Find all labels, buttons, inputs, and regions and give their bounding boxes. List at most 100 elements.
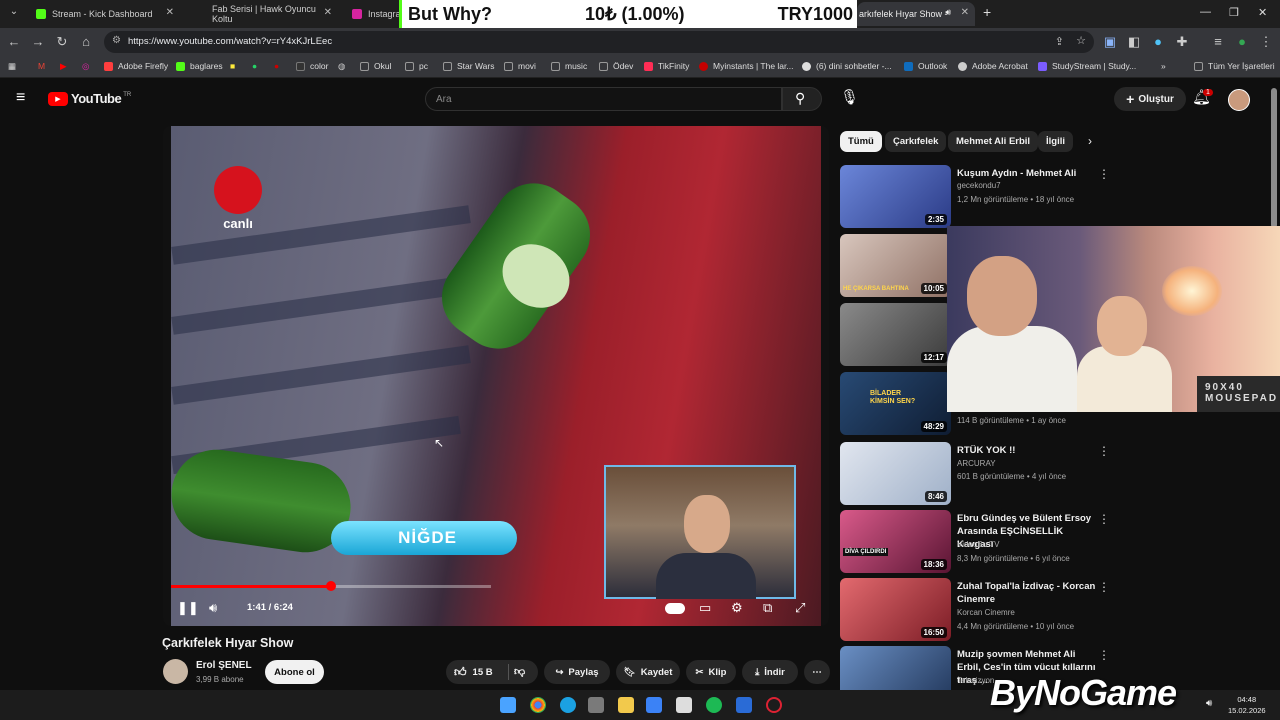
app-icon[interactable] xyxy=(646,697,662,713)
bookmark-folder-music[interactable]: music xyxy=(551,61,587,71)
recommended-video[interactable]: 8:46 RTÜK YOK !! ARCURAY 601 B görüntüle… xyxy=(840,442,1110,506)
bookmark-baglares[interactable]: baglares xyxy=(176,61,223,71)
save-button[interactable]: 🔖︎ Kaydet xyxy=(616,660,680,684)
close-tab-icon[interactable]: ✕ xyxy=(324,7,332,18)
spotify-icon[interactable] xyxy=(706,697,722,713)
video-thumbnail[interactable]: 12:17 xyxy=(840,303,951,366)
fullscreen-icon[interactable]: ⤢ xyxy=(795,600,805,616)
bookmark-color[interactable]: color xyxy=(296,61,328,71)
bookmark-tikfinity[interactable]: TikFinity xyxy=(644,61,689,71)
bookmark-star-icon[interactable]: ☆ xyxy=(1076,34,1086,47)
share-button[interactable]: ↪ Paylaş xyxy=(544,660,610,684)
minimize-icon[interactable]: — xyxy=(1200,6,1211,18)
volume-tray-icon[interactable]: 🔊︎ xyxy=(1206,698,1212,709)
install-icon[interactable]: ⇪ xyxy=(1055,35,1064,48)
edge-icon[interactable] xyxy=(560,697,576,713)
chip-all[interactable]: Tümü xyxy=(840,131,882,152)
tab-audio-icon[interactable]: 🔊︎ xyxy=(945,7,951,18)
channel-name[interactable]: ARCURAY xyxy=(957,459,996,468)
bookmark-studystream[interactable]: StudyStream | Study... xyxy=(1038,61,1136,71)
extensions-puzzle-icon[interactable]: ✚ xyxy=(1174,34,1190,50)
tab-fab-serisi[interactable]: Fab Serisi | Hawk Oyuncu Koltu ✕ xyxy=(186,2,338,26)
store-icon[interactable] xyxy=(588,697,604,713)
video-thumbnail[interactable]: 16:50 xyxy=(840,578,951,641)
channel-name[interactable]: Televizyon xyxy=(957,676,994,685)
subtitles-icon[interactable]: ▭ xyxy=(699,600,711,616)
channel-name[interactable]: VideoBu TV xyxy=(957,540,999,549)
like-button[interactable]: 👍︎ 15 B 👎︎ xyxy=(446,660,538,684)
app-icon[interactable] xyxy=(676,697,692,713)
seek-bar-handle[interactable] xyxy=(326,581,336,591)
bookmark-myinstants[interactable]: Myinstants | The lar... xyxy=(699,61,793,71)
restore-icon[interactable]: ❐ xyxy=(1229,6,1239,19)
channel-name[interactable]: Korcan Cinemre xyxy=(957,608,1015,617)
more-actions-button[interactable]: ⋯ xyxy=(804,660,830,684)
back-icon[interactable]: ← xyxy=(6,34,22,49)
more-vertical-icon[interactable]: ⋮ xyxy=(1098,512,1110,526)
pinterest-icon[interactable]: ● xyxy=(274,61,279,71)
recommended-video[interactable]: 16:50 Zuhal Topal'la İzdivaç - Korcan Ci… xyxy=(840,578,1110,642)
site-info-icon[interactable]: ⚙ xyxy=(112,35,121,46)
file-explorer-icon[interactable] xyxy=(618,697,634,713)
subscribe-button[interactable]: Abone ol xyxy=(265,660,324,684)
pause-icon[interactable]: ❚❚ xyxy=(177,600,199,616)
channel-avatar[interactable] xyxy=(163,659,188,684)
bookmark-folder-okul[interactable]: Okul xyxy=(360,61,391,71)
address-bar[interactable]: ⚙ https://www.youtube.com/watch?v=rY4xKJ… xyxy=(104,31,1094,53)
whatsapp-icon[interactable]: ● xyxy=(252,61,257,71)
channel-name[interactable]: Erol ŞENEL xyxy=(196,660,252,671)
close-window-icon[interactable]: ✕ xyxy=(1258,6,1267,19)
settings-gear-icon[interactable]: ⚙ xyxy=(731,600,743,616)
video-thumbnail[interactable]: 8:46 xyxy=(840,442,951,505)
chips-next-chevron-icon[interactable]: › xyxy=(1088,134,1092,148)
video-thumbnail[interactable]: HE ÇIKARSA BAHTINA 10:05 xyxy=(840,234,951,297)
bookmark-dini-sohbetler[interactable]: (6) dini sohbetler -... xyxy=(802,61,892,71)
media-icon[interactable]: ≡ xyxy=(1210,34,1226,49)
voice-search-mic-icon[interactable]: 🎙︎ xyxy=(840,88,859,106)
search-button[interactable]: ⚲ xyxy=(782,87,822,111)
bookmark-all-bookmarks[interactable]: Tüm Yer İşaretleri xyxy=(1194,61,1275,71)
video-thumbnail[interactable] xyxy=(840,646,951,690)
instagram-bookmark-icon[interactable]: ◎ xyxy=(82,61,89,72)
youtube-logo[interactable]: ▶ YouTube TR xyxy=(48,91,131,106)
opera-icon[interactable] xyxy=(766,697,782,713)
download-button[interactable]: ⤓ İndir xyxy=(742,660,798,684)
gmail-icon[interactable]: M xyxy=(38,61,45,71)
close-tab-icon[interactable]: ✕ xyxy=(961,7,969,18)
chip-related[interactable]: İlgili xyxy=(1038,131,1073,152)
chip-mehmet-ali-erbil[interactable]: Mehmet Ali Erbil xyxy=(948,131,1039,152)
system-clock[interactable]: 04:48 15.02.2026 xyxy=(1228,694,1266,716)
thumbs-down-icon[interactable]: 👎︎ xyxy=(514,665,525,678)
bookmark-adobe-acrobat[interactable]: Adobe Acrobat xyxy=(958,61,1028,71)
bookmark-folder-star-wars[interactable]: Star Wars xyxy=(443,61,494,71)
video-thumbnail[interactable]: BİLADER KİMSİN SEN? 48:29 xyxy=(840,372,951,435)
video-title[interactable]: RTÜK YOK !! xyxy=(957,444,1099,457)
account-avatar[interactable] xyxy=(1228,89,1250,111)
video-title[interactable]: Kuşum Aydın - Mehmet Ali xyxy=(957,167,1099,180)
profile-avatar-icon[interactable]: ● xyxy=(1234,34,1250,49)
hamburger-menu-icon[interactable]: ≡ xyxy=(16,89,25,107)
windows-start-icon[interactable] xyxy=(500,697,516,713)
globe-icon[interactable]: ◍ xyxy=(338,61,345,72)
forward-icon[interactable]: → xyxy=(30,34,46,49)
volume-icon[interactable]: 🔊︎ xyxy=(209,600,217,616)
more-vertical-icon[interactable]: ⋮ xyxy=(1098,648,1110,662)
extension-icon[interactable]: ● xyxy=(1150,34,1166,49)
recommended-video[interactable]: 2:35 Kuşum Aydın - Mehmet Ali gecekondu7… xyxy=(840,165,1110,229)
page-scrollbar[interactable] xyxy=(1271,88,1277,228)
tab-kick-dashboard[interactable]: Stream - Kick Dashboard ✕ xyxy=(28,2,180,26)
youtube-bookmark-icon[interactable]: ▶ xyxy=(60,61,67,72)
reload-icon[interactable]: ↻ xyxy=(54,34,70,50)
bookmark-folder-movi[interactable]: movi xyxy=(504,61,536,71)
create-button[interactable]: + Oluştur xyxy=(1114,87,1186,111)
app-icon[interactable] xyxy=(736,697,752,713)
recommended-video[interactable]: DİVA ÇILDIRDI 18:36 Ebru Gündeş ve Bülen… xyxy=(840,510,1110,574)
video-player[interactable]: canlı NİĞDE ❚❚ 🔊︎ 1:41 / 6:24 ▭ ⚙ ⧉ ⤢ xyxy=(163,126,829,626)
search-input[interactable]: Ara xyxy=(425,87,782,111)
menu-kebab-icon[interactable]: ⋮ xyxy=(1258,34,1274,50)
more-vertical-icon[interactable]: ⋮ xyxy=(1098,167,1110,181)
tab-instagram[interactable]: Instagram xyxy=(344,2,408,26)
tab-youtube-active[interactable]: arkıfelek Hıyar Show - 🔊︎ ✕ xyxy=(857,2,975,26)
autoplay-toggle[interactable] xyxy=(665,603,685,614)
more-bookmarks-chevron-icon[interactable]: » xyxy=(1161,61,1166,71)
